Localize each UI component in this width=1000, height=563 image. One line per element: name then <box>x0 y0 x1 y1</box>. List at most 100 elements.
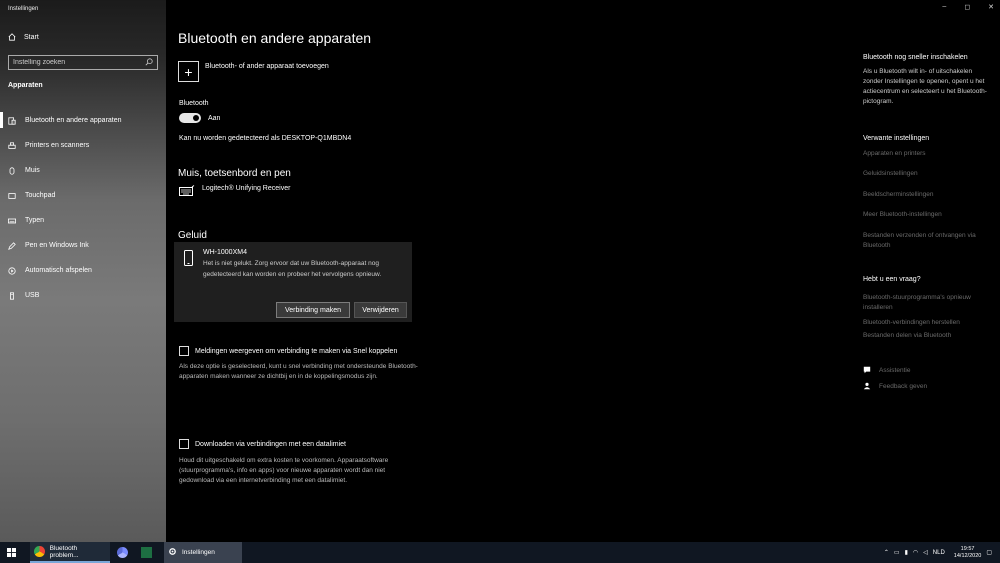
mouse-icon <box>8 166 16 175</box>
sidebar-item-label: Bluetooth en andere apparaten <box>25 117 122 124</box>
question-link[interactable]: Bluetooth-stuurprogramma's opnieuw insta… <box>863 293 993 313</box>
add-device-button[interactable]: + Bluetooth- of ander apparaat toevoegen <box>178 61 329 82</box>
sound-section-title: Geluid <box>178 230 207 241</box>
feedback-label: Feedback geven <box>879 382 928 390</box>
network-icon[interactable]: ▭ <box>894 549 900 556</box>
page-title: Bluetooth en andere apparaten <box>178 30 372 46</box>
sidebar-item-label: Typen <box>25 217 45 224</box>
taskbar-settings-label: Instellingen <box>182 549 215 556</box>
metered-description: Houd dit uitgeschakeld om extra kosten t… <box>179 457 389 484</box>
taskbar: Bluetooth problem... Instellingen ⌃ ▭ ▮ … <box>0 542 1000 563</box>
taskbar-excel[interactable] <box>134 542 158 563</box>
usb-icon <box>8 291 16 300</box>
metered-checkbox[interactable] <box>179 439 189 449</box>
phone-icon <box>184 250 193 266</box>
metered-label: Downloaden via verbindingen met een data… <box>195 440 346 448</box>
sidebar-item-label: USB <box>25 292 40 299</box>
question-link[interactable]: Bluetooth-verbindingen herstellen <box>863 318 993 328</box>
toggle-state-label: Aan <box>208 114 221 122</box>
device-name: Logitech® Unifying Receiver <box>202 185 291 192</box>
chrome-profile-icon <box>116 547 128 558</box>
sidebar-item-label: Pen en Windows Ink <box>25 242 89 249</box>
related-link[interactable]: Bestanden verzenden of ontvangen via Blu… <box>863 231 993 251</box>
home-icon <box>8 33 16 41</box>
settings-search[interactable] <box>8 55 158 70</box>
printer-icon <box>8 141 16 150</box>
gear-icon <box>168 547 177 558</box>
swift-pair-label: Meldingen weergeven om verbinding te mak… <box>195 347 398 355</box>
audio-device-name: WH-1000XM4 <box>203 249 247 256</box>
metered-option[interactable]: Downloaden via verbindingen met een data… <box>179 439 346 449</box>
related-link[interactable]: Meer Bluetooth-instellingen <box>863 210 993 220</box>
excel-icon <box>140 547 152 558</box>
sidebar-item-bluetooth[interactable]: Bluetooth en andere apparaten <box>0 108 166 133</box>
related-link[interactable]: Geluidsinstellingen <box>863 169 993 179</box>
device-logitech[interactable]: Logitech® Unifying Receiver <box>179 185 290 199</box>
sidebar-item-usb[interactable]: USB <box>0 283 166 308</box>
keyboard-device-icon <box>179 185 195 199</box>
sidebar-item-typing[interactable]: Typen <box>0 208 166 233</box>
remove-button[interactable]: Verwijderen <box>354 302 407 318</box>
feedback-link[interactable]: Feedback geven <box>863 382 927 390</box>
faster-text: Als u Bluetooth wilt in- of uitschakelen… <box>863 68 987 105</box>
search-input[interactable] <box>13 59 133 66</box>
plus-icon: + <box>178 61 199 82</box>
system-tray: ⌃ ▭ ▮ ◠ ◁ NLD 19:57 14/12/2020 ▢ <box>884 542 1000 563</box>
bluetooth-toggle-row: Aan <box>179 113 220 123</box>
faster-title: Bluetooth nog sneller inschakelen <box>863 54 968 61</box>
add-device-label: Bluetooth- of ander apparaat toevoegen <box>205 63 329 70</box>
question-title: Hebt u een vraag? <box>863 276 921 283</box>
swift-pair-checkbox[interactable] <box>179 346 189 356</box>
close-button[interactable]: ✕ <box>988 3 994 11</box>
sidebar-item-label: Muis <box>25 167 40 174</box>
clock-date: 14/12/2020 <box>953 552 982 559</box>
nav-list: Bluetooth en andere apparaten Printers e… <box>0 108 166 308</box>
touchpad-icon <box>8 192 16 200</box>
minimize-button[interactable]: – <box>942 3 946 11</box>
start-button[interactable] <box>0 542 22 563</box>
keyboard-icon <box>8 217 16 225</box>
autoplay-icon <box>8 266 16 275</box>
taskbar-chrome-alt[interactable] <box>110 542 134 563</box>
feedback-icon <box>863 382 871 390</box>
related-link[interactable]: Apparaten en printers <box>863 149 993 159</box>
chevron-up-icon[interactable]: ⌃ <box>884 549 889 556</box>
pen-icon <box>8 241 16 250</box>
clock-time: 19:57 <box>960 545 975 552</box>
clock[interactable]: 19:57 14/12/2020 <box>954 546 982 560</box>
sidebar-item-printers[interactable]: Printers en scanners <box>0 133 166 158</box>
wifi-icon[interactable]: ◠ <box>913 549 918 556</box>
chat-icon <box>863 366 871 374</box>
window-controls: – ◻ ✕ <box>942 3 994 11</box>
sidebar-item-label: Printers en scanners <box>25 142 90 149</box>
volume-icon[interactable]: ◁ <box>923 549 928 556</box>
audio-device-card[interactable]: WH-1000XM4 Het is niet gelukt. Zorg ervo… <box>174 242 412 322</box>
window-title: Instellingen <box>8 6 39 12</box>
connect-button[interactable]: Verbinding maken <box>276 302 350 318</box>
sidebar-item-mouse[interactable]: Muis <box>0 158 166 183</box>
assist-link[interactable]: Assistentie <box>863 366 910 374</box>
battery-icon[interactable]: ▮ <box>905 549 908 556</box>
swift-pair-description: Als deze optie is geselecteerd, kunt u s… <box>179 363 418 380</box>
swift-pair-option[interactable]: Meldingen weergeven om verbinding te mak… <box>179 346 397 356</box>
sidebar-item-pen[interactable]: Pen en Windows Ink <box>0 233 166 258</box>
related-link[interactable]: Beeldscherminstellingen <box>863 190 993 200</box>
bluetooth-toggle[interactable] <box>179 113 201 123</box>
windows-logo-icon <box>6 548 16 557</box>
maximize-button[interactable]: ◻ <box>964 3 970 11</box>
audio-error-message: Het is niet gelukt. Zorg ervoor dat uw B… <box>203 260 382 278</box>
chrome-icon <box>34 546 45 557</box>
nav-section-title: Apparaten <box>8 82 43 89</box>
language-indicator[interactable]: NLD <box>933 550 945 556</box>
assist-label: Assistentie <box>879 366 911 374</box>
taskbar-chrome[interactable]: Bluetooth problem... <box>30 542 110 563</box>
question-link[interactable]: Bestanden delen via Bluetooth <box>863 331 993 341</box>
search-icon[interactable] <box>145 57 153 68</box>
home-link[interactable]: Start <box>8 33 39 41</box>
bluetooth-devices-icon <box>8 116 16 125</box>
sidebar-item-autoplay[interactable]: Automatisch afspelen <box>0 258 166 283</box>
taskbar-settings[interactable]: Instellingen <box>164 542 242 563</box>
sidebar-item-label: Automatisch afspelen <box>25 267 92 274</box>
notification-icon[interactable]: ▢ <box>986 549 992 556</box>
sidebar-item-touchpad[interactable]: Touchpad <box>0 183 166 208</box>
